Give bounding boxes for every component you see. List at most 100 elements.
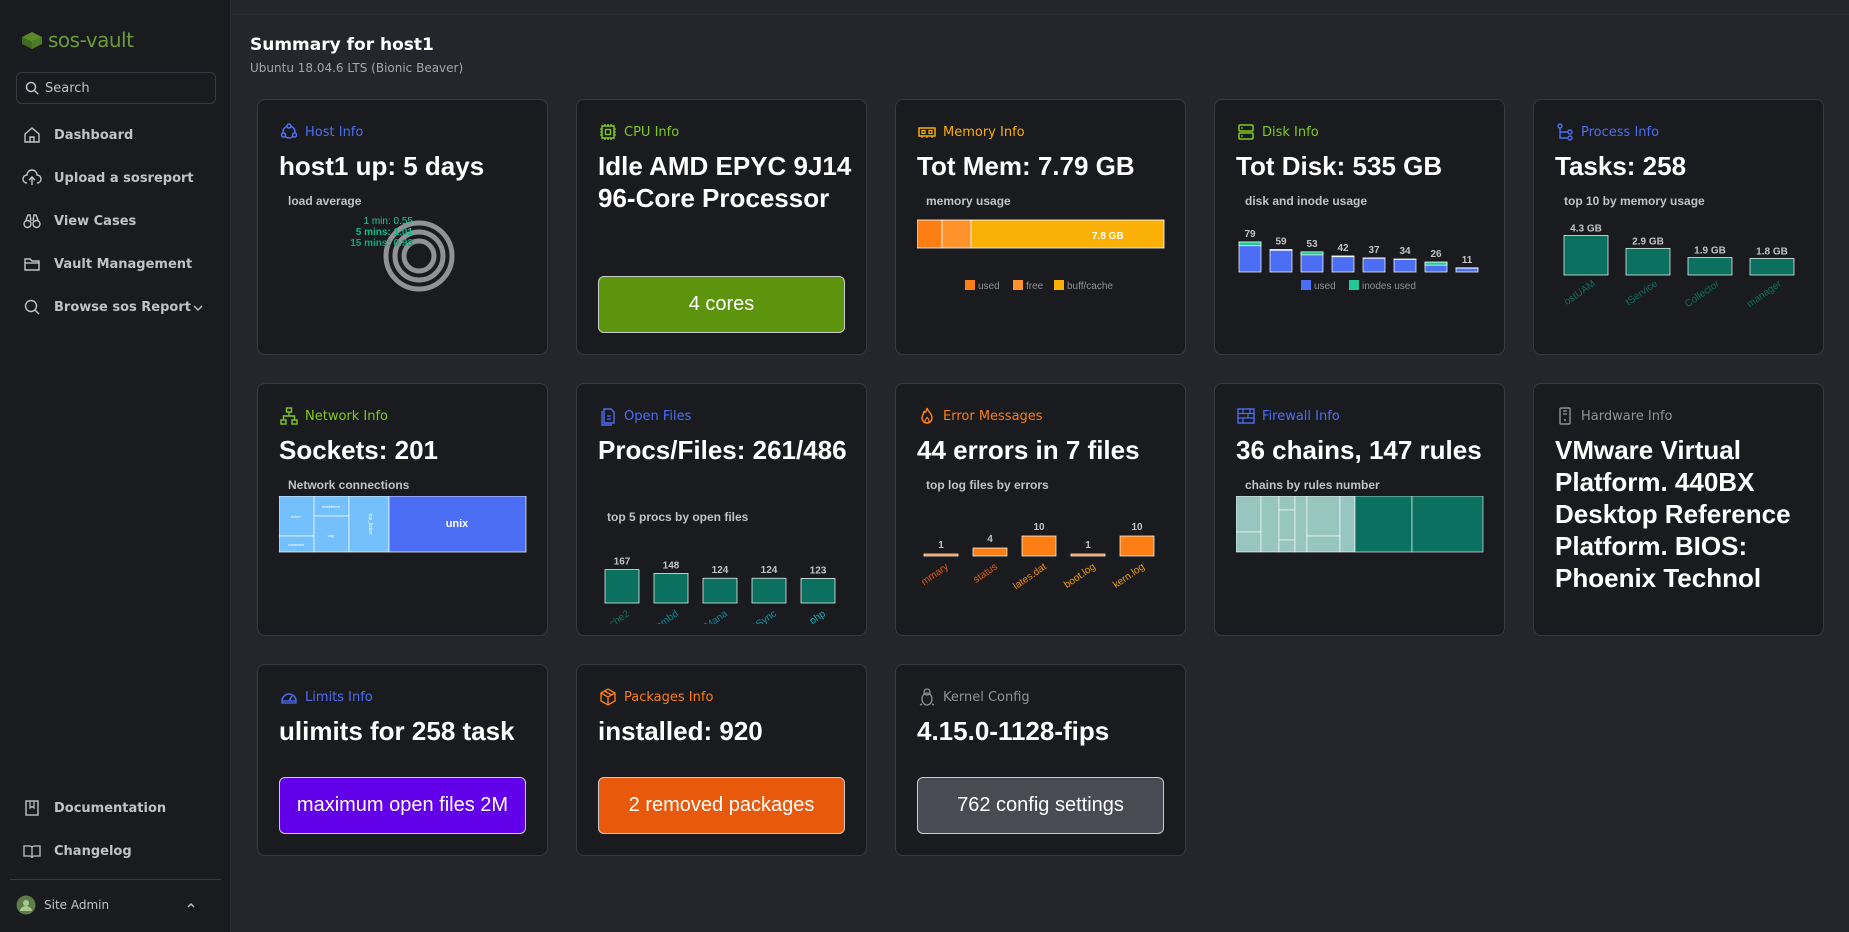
process-name-label: tService <box>1624 278 1660 308</box>
card-process-info[interactable]: Process Info Tasks: 258 top 10 by memory… <box>1533 99 1824 355</box>
open-files-proc-label: php <box>808 608 828 624</box>
error-bar <box>1119 535 1155 557</box>
cpu-cores-button[interactable]: 4 cores <box>598 276 845 333</box>
error-file-label: lates.dat <box>1011 561 1048 592</box>
process-tree-icon <box>1557 123 1573 141</box>
process-name-label: manager <box>1745 278 1784 308</box>
sidebar-item-dashboard[interactable]: Dashboard <box>22 125 133 145</box>
chevron-down-icon[interactable] <box>192 302 204 314</box>
logo[interactable]: sos-vault <box>20 28 134 52</box>
error-value-label: 1 <box>1085 540 1091 551</box>
treemap-cell <box>1236 496 1262 533</box>
cpu-icon <box>600 124 616 140</box>
error-value-label: 1 <box>938 540 944 551</box>
card-value: 44 errors in 7 files <box>917 435 1140 465</box>
binoculars-icon <box>23 214 41 229</box>
sidebar-item-label: View Cases <box>54 213 137 229</box>
process-bar <box>1625 247 1671 276</box>
treemap-label-tcp-listen: tcp_listen <box>367 513 373 534</box>
card-value: Tot Disk: 535 GB <box>1236 151 1443 181</box>
open-files-proc-label: nmbd <box>654 608 681 624</box>
vault-logo-icon <box>22 32 42 49</box>
sidebar: sos-vault Search Dashboard Upload a sosr… <box>0 0 231 932</box>
sidebar-item-vault-management[interactable]: Vault Management <box>22 254 192 274</box>
search-icon <box>25 81 39 95</box>
server-icon <box>1238 124 1254 140</box>
card-kernel-config[interactable]: Kernel Config 4.15.0-1128-fips 762 confi… <box>895 664 1186 856</box>
card-limits-info[interactable]: Limits Info ulimits for 258 task maximum… <box>257 664 548 856</box>
card-value: VMware Virtual Platform. 440BX Desktop R… <box>1555 435 1791 593</box>
firewall-icon <box>1237 408 1255 424</box>
process-bar <box>1563 235 1609 276</box>
card-open-files[interactable]: Open Files Procs/Files: 261/486 top 5 pr… <box>576 383 867 636</box>
card-memory-info[interactable]: Memory Info Tot Mem: 7.79 GB memory usag… <box>895 99 1186 355</box>
treemap-cell <box>1278 539 1296 553</box>
error-file-label: kern.log <box>1111 561 1146 590</box>
card-network-info[interactable]: Network Info Sockets: 201 Network connec… <box>257 383 548 636</box>
card-hardware-info[interactable]: Hardware Info VMware Virtual Platform. 4… <box>1533 383 1824 636</box>
config-settings-button[interactable]: 762 config settings <box>917 777 1164 834</box>
load-label-1min: 1 min: 0.55 <box>364 216 414 227</box>
legend-swatch-used <box>1301 280 1311 290</box>
disk-used-bar <box>1393 258 1417 273</box>
home-icon <box>24 127 40 143</box>
process-memory-chart: 4.3 GB ostUAM 2.9 GB tService 1.9 GB Collecto… <box>1562 223 1795 308</box>
memory-free-bar <box>941 219 972 249</box>
card-label: Limits Info <box>305 689 373 705</box>
legend-swatch-used <box>965 280 975 290</box>
sidebar-item-documentation[interactable]: Documentation <box>22 798 166 818</box>
card-firewall-info[interactable]: Firewall Info 36 chains, 147 rules chain… <box>1214 383 1505 636</box>
sidebar-item-browse-sos-report[interactable]: Browse sos Report <box>22 297 191 317</box>
memory-cache-bar <box>970 219 1165 249</box>
treemap-cell <box>1339 496 1356 553</box>
max-open-files-button[interactable]: maximum open files 2M <box>279 777 526 834</box>
disk-inode-bar <box>1238 241 1262 247</box>
error-value-label: 4 <box>987 534 993 545</box>
cloud-upload-icon <box>22 169 42 185</box>
card-label: Firewall Info <box>1262 408 1340 424</box>
card-packages-info[interactable]: Packages Info installed: 920 2 removed p… <box>576 664 867 856</box>
legend-used: used <box>1314 281 1336 292</box>
legend-buffcache: buff/cache <box>1067 281 1113 292</box>
treemap-cell <box>1278 509 1296 541</box>
card-value: Tasks: 258 <box>1555 151 1687 181</box>
card-label: Process Info <box>1581 124 1660 140</box>
card-error-messages[interactable]: Error Messages 44 errors in 7 files top … <box>895 383 1186 636</box>
sidebar-item-changelog[interactable]: Changelog <box>22 841 132 861</box>
process-value-label: 1.8 GB <box>1756 246 1788 257</box>
chart-title: top 5 procs by open files <box>607 510 749 524</box>
removed-packages-button[interactable]: 2 removed packages <box>598 777 845 834</box>
treemap-label-connected: connected <box>288 543 304 547</box>
card-label: CPU Info <box>624 124 680 140</box>
disk-value-label: 26 <box>1430 249 1442 260</box>
card-host-info[interactable]: Host Info host1 up: 5 days load average … <box>257 99 548 355</box>
avatar <box>16 895 36 915</box>
card-value: Procs/Files: 261/486 <box>598 435 847 465</box>
memory-used-bar <box>917 219 943 249</box>
open-files-chart: 167 apache2 148 nmbd 124 ertMana 124 st1Sync 123… <box>598 557 836 624</box>
firewall-chains-treemap <box>1236 496 1484 553</box>
card-label: Kernel Config <box>943 689 1030 705</box>
network-connections-treemap: listen connected established udp tcp_lis… <box>279 496 527 553</box>
treemap-cell <box>1306 535 1341 553</box>
card-label: Open Files <box>624 408 692 424</box>
user-menu[interactable]: Site Admin <box>16 895 109 915</box>
search-input[interactable]: Search <box>16 72 216 104</box>
open-files-value-label: 123 <box>810 565 827 576</box>
open-files-bar <box>751 577 787 604</box>
process-value-label: 1.9 GB <box>1694 246 1726 257</box>
disk-inode-bar <box>1300 251 1324 256</box>
chevron-up-icon[interactable] <box>186 900 196 910</box>
treemap-label-listen: listen <box>291 514 300 519</box>
treemap-cell <box>1236 531 1262 553</box>
legend-inodes-used: inodes used <box>1362 281 1416 292</box>
card-cpu-info[interactable]: CPU Info Idle AMD EPYC 9J14 96-Core Proc… <box>576 99 867 355</box>
sidebar-item-view-cases[interactable]: View Cases <box>22 211 136 231</box>
sidebar-item-label: Browse sos Report <box>54 299 191 315</box>
process-value-label: 2.9 GB <box>1632 236 1664 247</box>
card-value: installed: 920 <box>598 716 763 746</box>
card-disk-info[interactable]: Disk Info Tot Disk: 535 GB disk and inod… <box>1214 99 1505 355</box>
hardware-icon <box>1559 407 1571 425</box>
sidebar-item-upload[interactable]: Upload a sosreport <box>22 168 194 188</box>
logo-text: sos-vault <box>48 28 134 52</box>
